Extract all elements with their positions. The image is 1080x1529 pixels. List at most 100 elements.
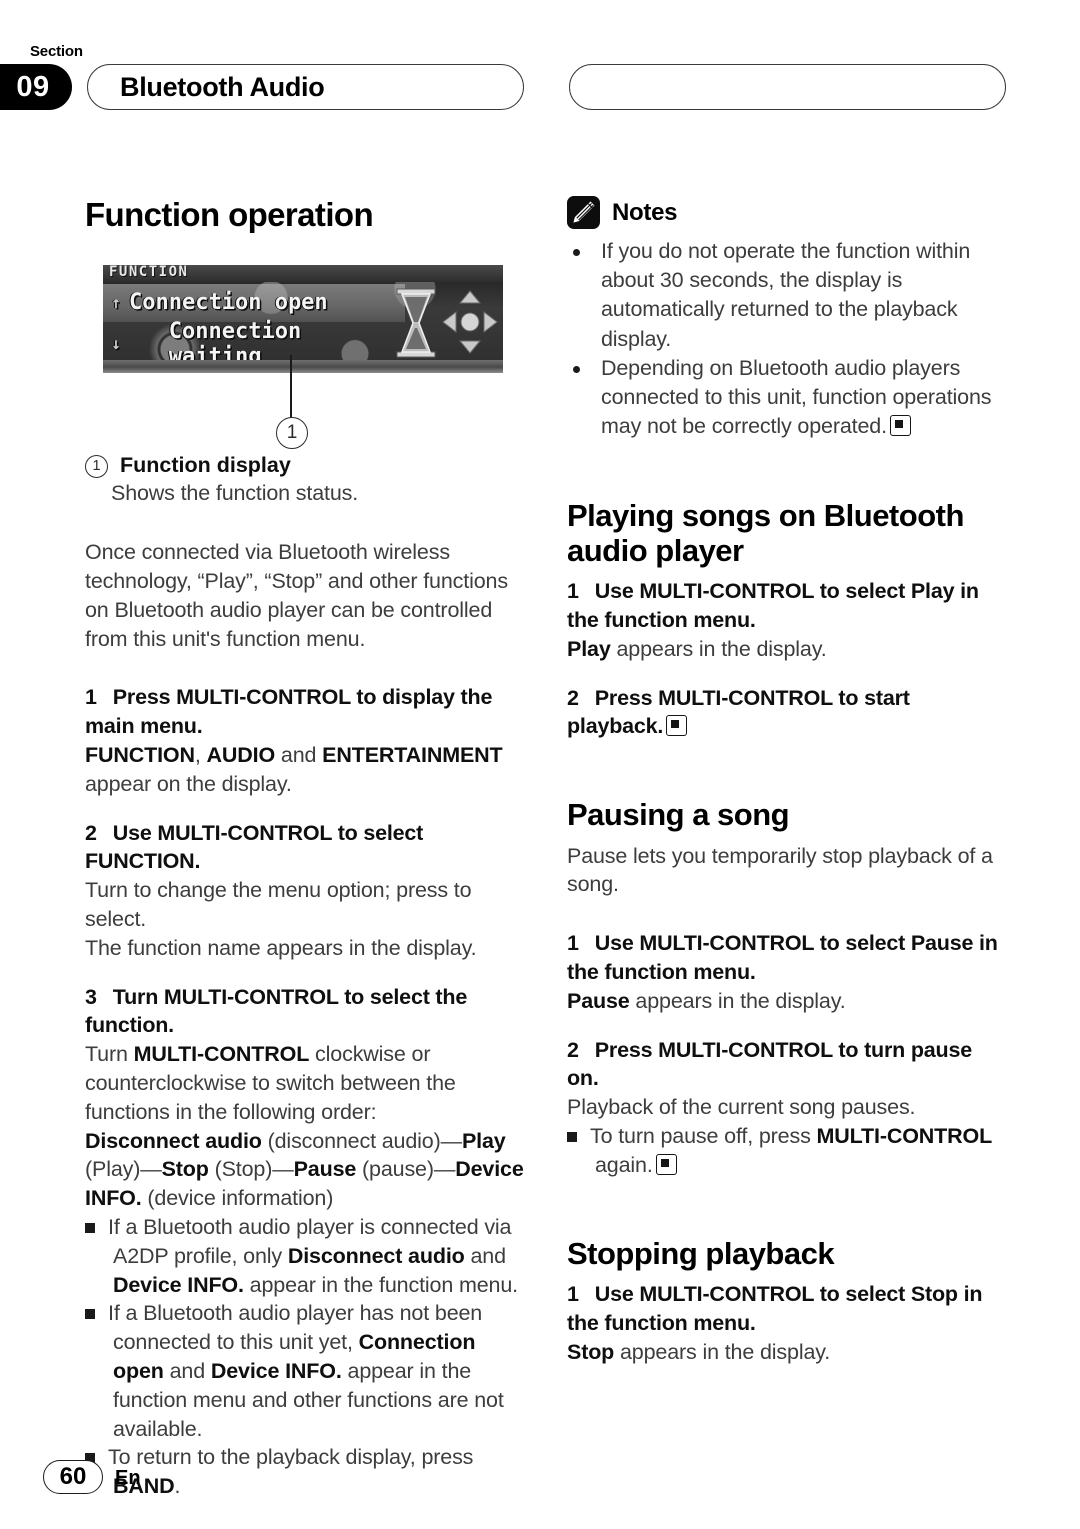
lcd-row1-text: Connection open: [129, 290, 328, 316]
section-number-tab: 09: [0, 64, 72, 110]
header-pill-right-empty: [569, 64, 1006, 110]
step-3-note-0: If a Bluetooth audio player is connected…: [85, 1213, 525, 1299]
step-3-text: Turn MULTI-CONTROL to select the functio…: [85, 984, 468, 1038]
lcd-display-image: FUNCTION ↑ Connection open ↓ Connection …: [103, 264, 503, 373]
note-0-bold1: Disconnect audio: [287, 1243, 465, 1268]
pausing-step-2-heading: 2 Press MULTI-CONTROL to turn pause on.: [567, 1036, 1007, 1094]
pausing-step-2-text: Press MULTI-CONTROL to turn pause on.: [567, 1037, 973, 1091]
pausing-step-1-heading: 1 Use MULTI-CONTROL to select Pause in th…: [567, 929, 1007, 987]
stopping-step-1-heading: 1 Use MULTI-CONTROL to select Stop in the…: [567, 1280, 1007, 1338]
step-2-result-1: Turn to change the menu option; press to…: [85, 878, 472, 931]
playing-step-1-number: 1: [567, 579, 579, 604]
step-3-body: Turn MULTI-CONTROL clockwise or counterc…: [85, 1040, 525, 1126]
page-number: 60: [43, 1460, 103, 1494]
pausing-note-post: again.: [595, 1152, 653, 1177]
order-item-1-bold: Play: [461, 1128, 506, 1153]
step-3-number: 3: [85, 984, 97, 1009]
pausing-step-2-number: 2: [567, 1037, 579, 1062]
notes-item-0: If you do not operate the function withi…: [567, 237, 1007, 354]
lcd-row-next: ↓ Connection waiting: [103, 319, 405, 369]
section-heading-stopping: Stopping playback: [567, 1235, 835, 1271]
notes-header: Notes: [567, 196, 1007, 229]
playing-step-2-text: Press MULTI-CONTROL to start playback.: [567, 685, 910, 739]
pausing-result-bold: Pause: [567, 988, 630, 1013]
stopping-step-1-text: Use MULTI-CONTROL to select Stop in the …: [567, 1281, 983, 1335]
pausing-intro: Pause lets you temporarily stop playback…: [567, 843, 993, 897]
order-item-3-plain: (pause)—: [356, 1157, 456, 1182]
figure-caption: 1 Function display: [85, 451, 525, 480]
pausing-note-pre: To turn pause off, press: [590, 1123, 817, 1148]
step-3-order-sequence: Disconnect audio (disconnect audio)—Play…: [85, 1127, 525, 1213]
pausing-step-1-text: Use MULTI-CONTROL to select Pause in the…: [567, 931, 998, 984]
note-0-mid: and: [464, 1243, 506, 1268]
pausing-step-1-number: 1: [567, 931, 579, 956]
pencil-note-icon: [567, 196, 600, 229]
note-0-post: appear in the function menu.: [243, 1272, 518, 1297]
pausing-result-tail: appears in the display.: [629, 988, 846, 1013]
step-1-bold-entertainment: ENTERTAINMENT: [322, 742, 503, 767]
caption-description: Shows the function status.: [111, 481, 359, 506]
order-item-1-plain: (Play)—: [85, 1157, 162, 1182]
lcd-row-selected: ↑ Connection open: [103, 283, 405, 322]
order-item-2-plain: (Stop)—: [208, 1157, 294, 1182]
hourglass-icon: [396, 288, 436, 358]
step-3-note-1: If a Bluetooth audio player has not been…: [85, 1299, 525, 1443]
note-1-bold2: Device INFO.: [210, 1358, 342, 1383]
chapter-title: Bluetooth Audio: [120, 72, 325, 102]
step-1-tail: appear on the display.: [85, 771, 292, 796]
page-footer: 60 En: [0, 1434, 1080, 1529]
pausing-step-2-result: Playback of the current song pauses.: [567, 1095, 916, 1120]
lcd-function-label: FUNCTION: [109, 264, 189, 280]
step-1-sep-2: and: [275, 742, 323, 767]
step-2-text: Use MULTI-CONTROL to select FUNCTION.: [85, 820, 424, 874]
square-bullet-icon: [85, 1222, 95, 1233]
square-bullet-icon: [85, 1309, 95, 1320]
chapter-title-pill: Bluetooth Audio: [87, 64, 524, 110]
square-bullet-icon: [567, 1131, 577, 1142]
order-item-2-bold: Stop: [161, 1157, 209, 1182]
callout-leader-line: [290, 354, 292, 423]
step-2-result-2: The function name appears in the display…: [85, 935, 477, 960]
stopping-step-1-number: 1: [567, 1281, 579, 1306]
section-heading-pausing: Pausing a song: [567, 797, 790, 833]
lcd-bottom-bar: [103, 359, 503, 373]
end-of-note-marker-icon: [666, 715, 688, 737]
step-2-number: 2: [85, 820, 97, 845]
notes-item-1-text: Depending on Bluetooth audio players con…: [601, 355, 992, 439]
step-3-bold-multicontrol: MULTI-CONTROL: [133, 1042, 310, 1067]
playing-step-1-heading: 1 Use MULTI-CONTROL to select Play in the…: [567, 577, 1007, 635]
order-item-0-plain: (disconnect audio)—: [261, 1128, 463, 1153]
playing-step-2-heading: 2 Press MULTI-CONTROL to start playback.: [567, 684, 1007, 742]
playing-step-1-text: Use MULTI-CONTROL to select Play in the …: [567, 579, 979, 633]
step-1-number: 1: [85, 685, 97, 710]
order-item-0-bold: Disconnect audio: [85, 1128, 262, 1153]
order-item-4-plain: (device information): [141, 1186, 334, 1211]
lcd-figure: FUNCTION ↑ Connection open ↓ Connection …: [85, 264, 503, 451]
caption-label: Function display: [120, 452, 291, 477]
step-2-heading: 2 Use MULTI-CONTROL to select FUNCTION.: [85, 819, 525, 877]
playing-step-1-result: Play appears in the display.: [567, 635, 1007, 664]
step-1-text: Press MULTI-CONTROL to display the main …: [85, 685, 493, 739]
step-1-result: FUNCTION, AUDIO and ENTERTAINMENT appear…: [85, 741, 525, 799]
end-of-note-marker-icon: [889, 415, 911, 437]
section-heading-playing: Playing songs on Bluetooth audio player: [567, 497, 964, 568]
step-3-heading: 3 Turn MULTI-CONTROL to select the functi…: [85, 983, 525, 1041]
callout-number-1: 1: [276, 416, 308, 449]
page-header: Section 09 Bluetooth Audio: [0, 0, 1080, 150]
notes-item-0-text: If you do not operate the function withi…: [601, 239, 971, 351]
round-bullet-icon: [573, 365, 580, 373]
notes-item-1: Depending on Bluetooth audio players con…: [567, 354, 1007, 442]
lcd-down-arrow-icon: ↓: [111, 334, 121, 354]
right-column: Notes If you do not operate the function…: [567, 196, 1007, 1366]
step-1-bold-function: FUNCTION: [85, 742, 195, 767]
step-1-sep-1: ,: [194, 742, 207, 767]
section-number: 09: [16, 71, 50, 103]
pausing-step-1-result: Pause appears in the display.: [567, 987, 1007, 1016]
step-3-body-pre: Turn: [85, 1042, 134, 1067]
page-language: En: [115, 1467, 141, 1489]
stopping-result-tail: appears in the display.: [614, 1339, 831, 1364]
order-item-3-bold: Pause: [293, 1157, 357, 1182]
lcd-up-arrow-icon: ↑: [111, 293, 121, 313]
step-1-bold-audio: AUDIO: [206, 742, 276, 767]
section-label: Section: [30, 43, 83, 60]
